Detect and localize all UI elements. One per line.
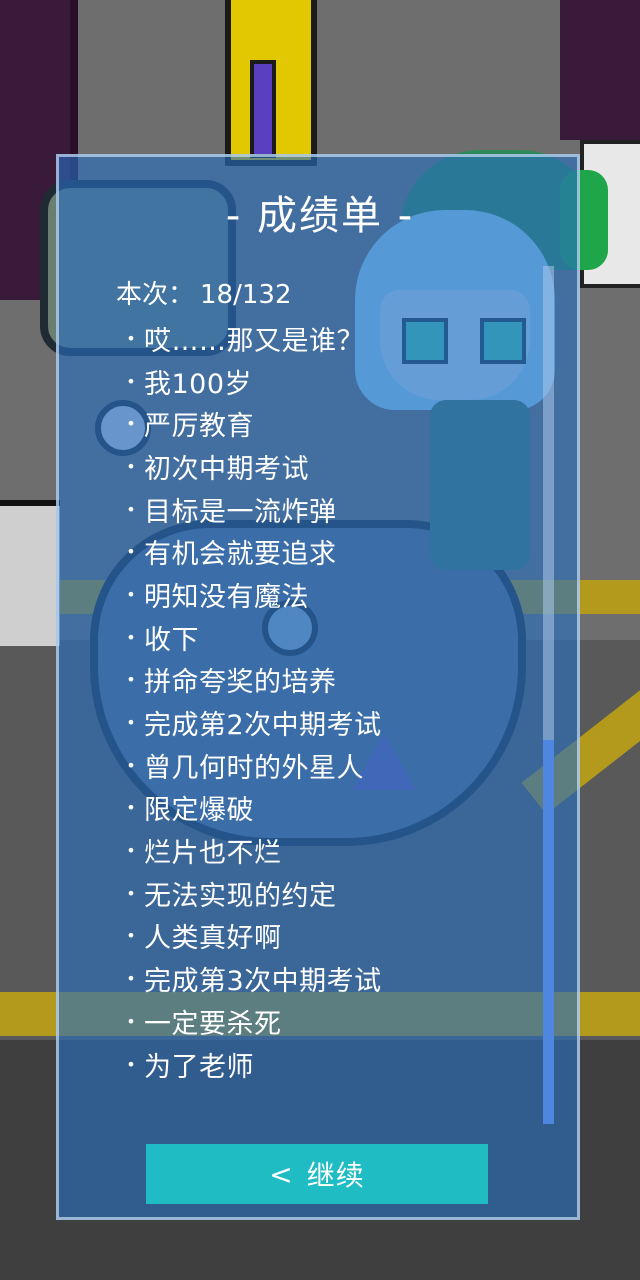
chevron-left-icon: < bbox=[269, 1157, 293, 1191]
list-item: • 有机会就要追求 bbox=[118, 530, 382, 573]
progress-count: 本次： 18/132 bbox=[116, 278, 292, 312]
bullet-icon: • bbox=[126, 713, 136, 733]
bullet-icon: • bbox=[126, 670, 136, 690]
bullet-icon: • bbox=[126, 1011, 136, 1031]
bullet-icon: • bbox=[126, 1054, 136, 1074]
bullet-icon: • bbox=[126, 542, 136, 562]
list-item-label: 为了老师 bbox=[144, 1051, 254, 1083]
bullet-icon: • bbox=[126, 755, 136, 775]
list-item-label: 收下 bbox=[144, 624, 199, 656]
list-item-label: 无法实现的约定 bbox=[144, 880, 337, 912]
curtain-right bbox=[560, 0, 640, 140]
list-item: • 无法实现的约定 bbox=[118, 872, 382, 915]
list-item: • 初次中期考试 bbox=[118, 445, 382, 488]
list-item: • 明知没有魔法 bbox=[118, 573, 382, 616]
bullet-icon: • bbox=[126, 926, 136, 946]
list-item: • 我100岁 bbox=[118, 360, 382, 403]
bullet-icon: • bbox=[126, 371, 136, 391]
list-item: • 烂片也不烂 bbox=[118, 829, 382, 872]
list-scrollbar[interactable] bbox=[543, 266, 554, 1124]
list-item: • 目标是一流炸弹 bbox=[118, 488, 382, 531]
list-item: • 曾几何时的外星人 bbox=[118, 744, 382, 787]
list-item: • 拼命夸奖的培养 bbox=[118, 659, 382, 702]
white-cabinet-left bbox=[0, 500, 60, 646]
list-item: • 人类真好啊 bbox=[118, 915, 382, 958]
list-item: • 哎……那又是谁？ bbox=[118, 317, 382, 360]
bullet-icon: • bbox=[126, 414, 136, 434]
bullet-icon: • bbox=[126, 456, 136, 476]
list-item-label: 我100岁 bbox=[144, 368, 253, 400]
list-item-label: 完成第2次中期考试 bbox=[144, 710, 382, 742]
bullet-icon: • bbox=[126, 328, 136, 348]
bullet-icon: • bbox=[126, 841, 136, 861]
list-item-label: 明知没有魔法 bbox=[144, 581, 309, 613]
dialog-title: - 成绩单 - bbox=[225, 193, 415, 239]
list-item-label: 严厉教育 bbox=[144, 411, 254, 443]
list-item: • 限定爆破 bbox=[118, 787, 382, 830]
list-item: • 完成第3次中期考试 bbox=[118, 957, 382, 1000]
list-item: • 收下 bbox=[118, 616, 382, 659]
machine-light-panel bbox=[250, 60, 276, 158]
list-item: • 严厉教育 bbox=[118, 402, 382, 445]
list-item-label: 人类真好啊 bbox=[144, 923, 282, 955]
progress-count-value: 18/132 bbox=[200, 280, 292, 310]
bullet-icon: • bbox=[126, 969, 136, 989]
list-item-label: 有机会就要追求 bbox=[144, 539, 337, 571]
continue-button[interactable]: < 继续 bbox=[146, 1144, 488, 1204]
achievement-list[interactable]: • 哎……那又是谁？ • 我100岁 • 严厉教育 • 初次中期考试 • 目标是一流炸弹 • 有机会就… bbox=[118, 317, 382, 1085]
list-item: • 完成第2次中期考试 bbox=[118, 701, 382, 744]
bullet-icon: • bbox=[126, 883, 136, 903]
list-item-label: 限定爆破 bbox=[144, 795, 254, 827]
bullet-icon: • bbox=[126, 627, 136, 647]
list-item-label: 烂片也不烂 bbox=[144, 838, 282, 870]
list-item-label: 曾几何时的外星人 bbox=[144, 752, 364, 784]
list-item: • 为了老师 bbox=[118, 1043, 382, 1086]
list-item-label: 拼命夸奖的培养 bbox=[144, 667, 337, 699]
bullet-icon: • bbox=[126, 584, 136, 604]
list-item-label: 哎……那又是谁？ bbox=[144, 325, 364, 357]
bullet-icon: • bbox=[126, 798, 136, 818]
scrollbar-thumb[interactable] bbox=[543, 740, 554, 1124]
list-item-label: 完成第3次中期考试 bbox=[144, 966, 382, 998]
list-item: • 一定要杀死 bbox=[118, 1000, 382, 1043]
bullet-icon: • bbox=[126, 499, 136, 519]
list-item-label: 目标是一流炸弹 bbox=[144, 496, 337, 528]
continue-button-label: 继续 bbox=[306, 1159, 365, 1192]
list-item-label: 一定要杀死 bbox=[144, 1008, 282, 1040]
list-item-label: 初次中期考试 bbox=[144, 453, 309, 485]
progress-count-label: 本次： bbox=[116, 280, 195, 310]
